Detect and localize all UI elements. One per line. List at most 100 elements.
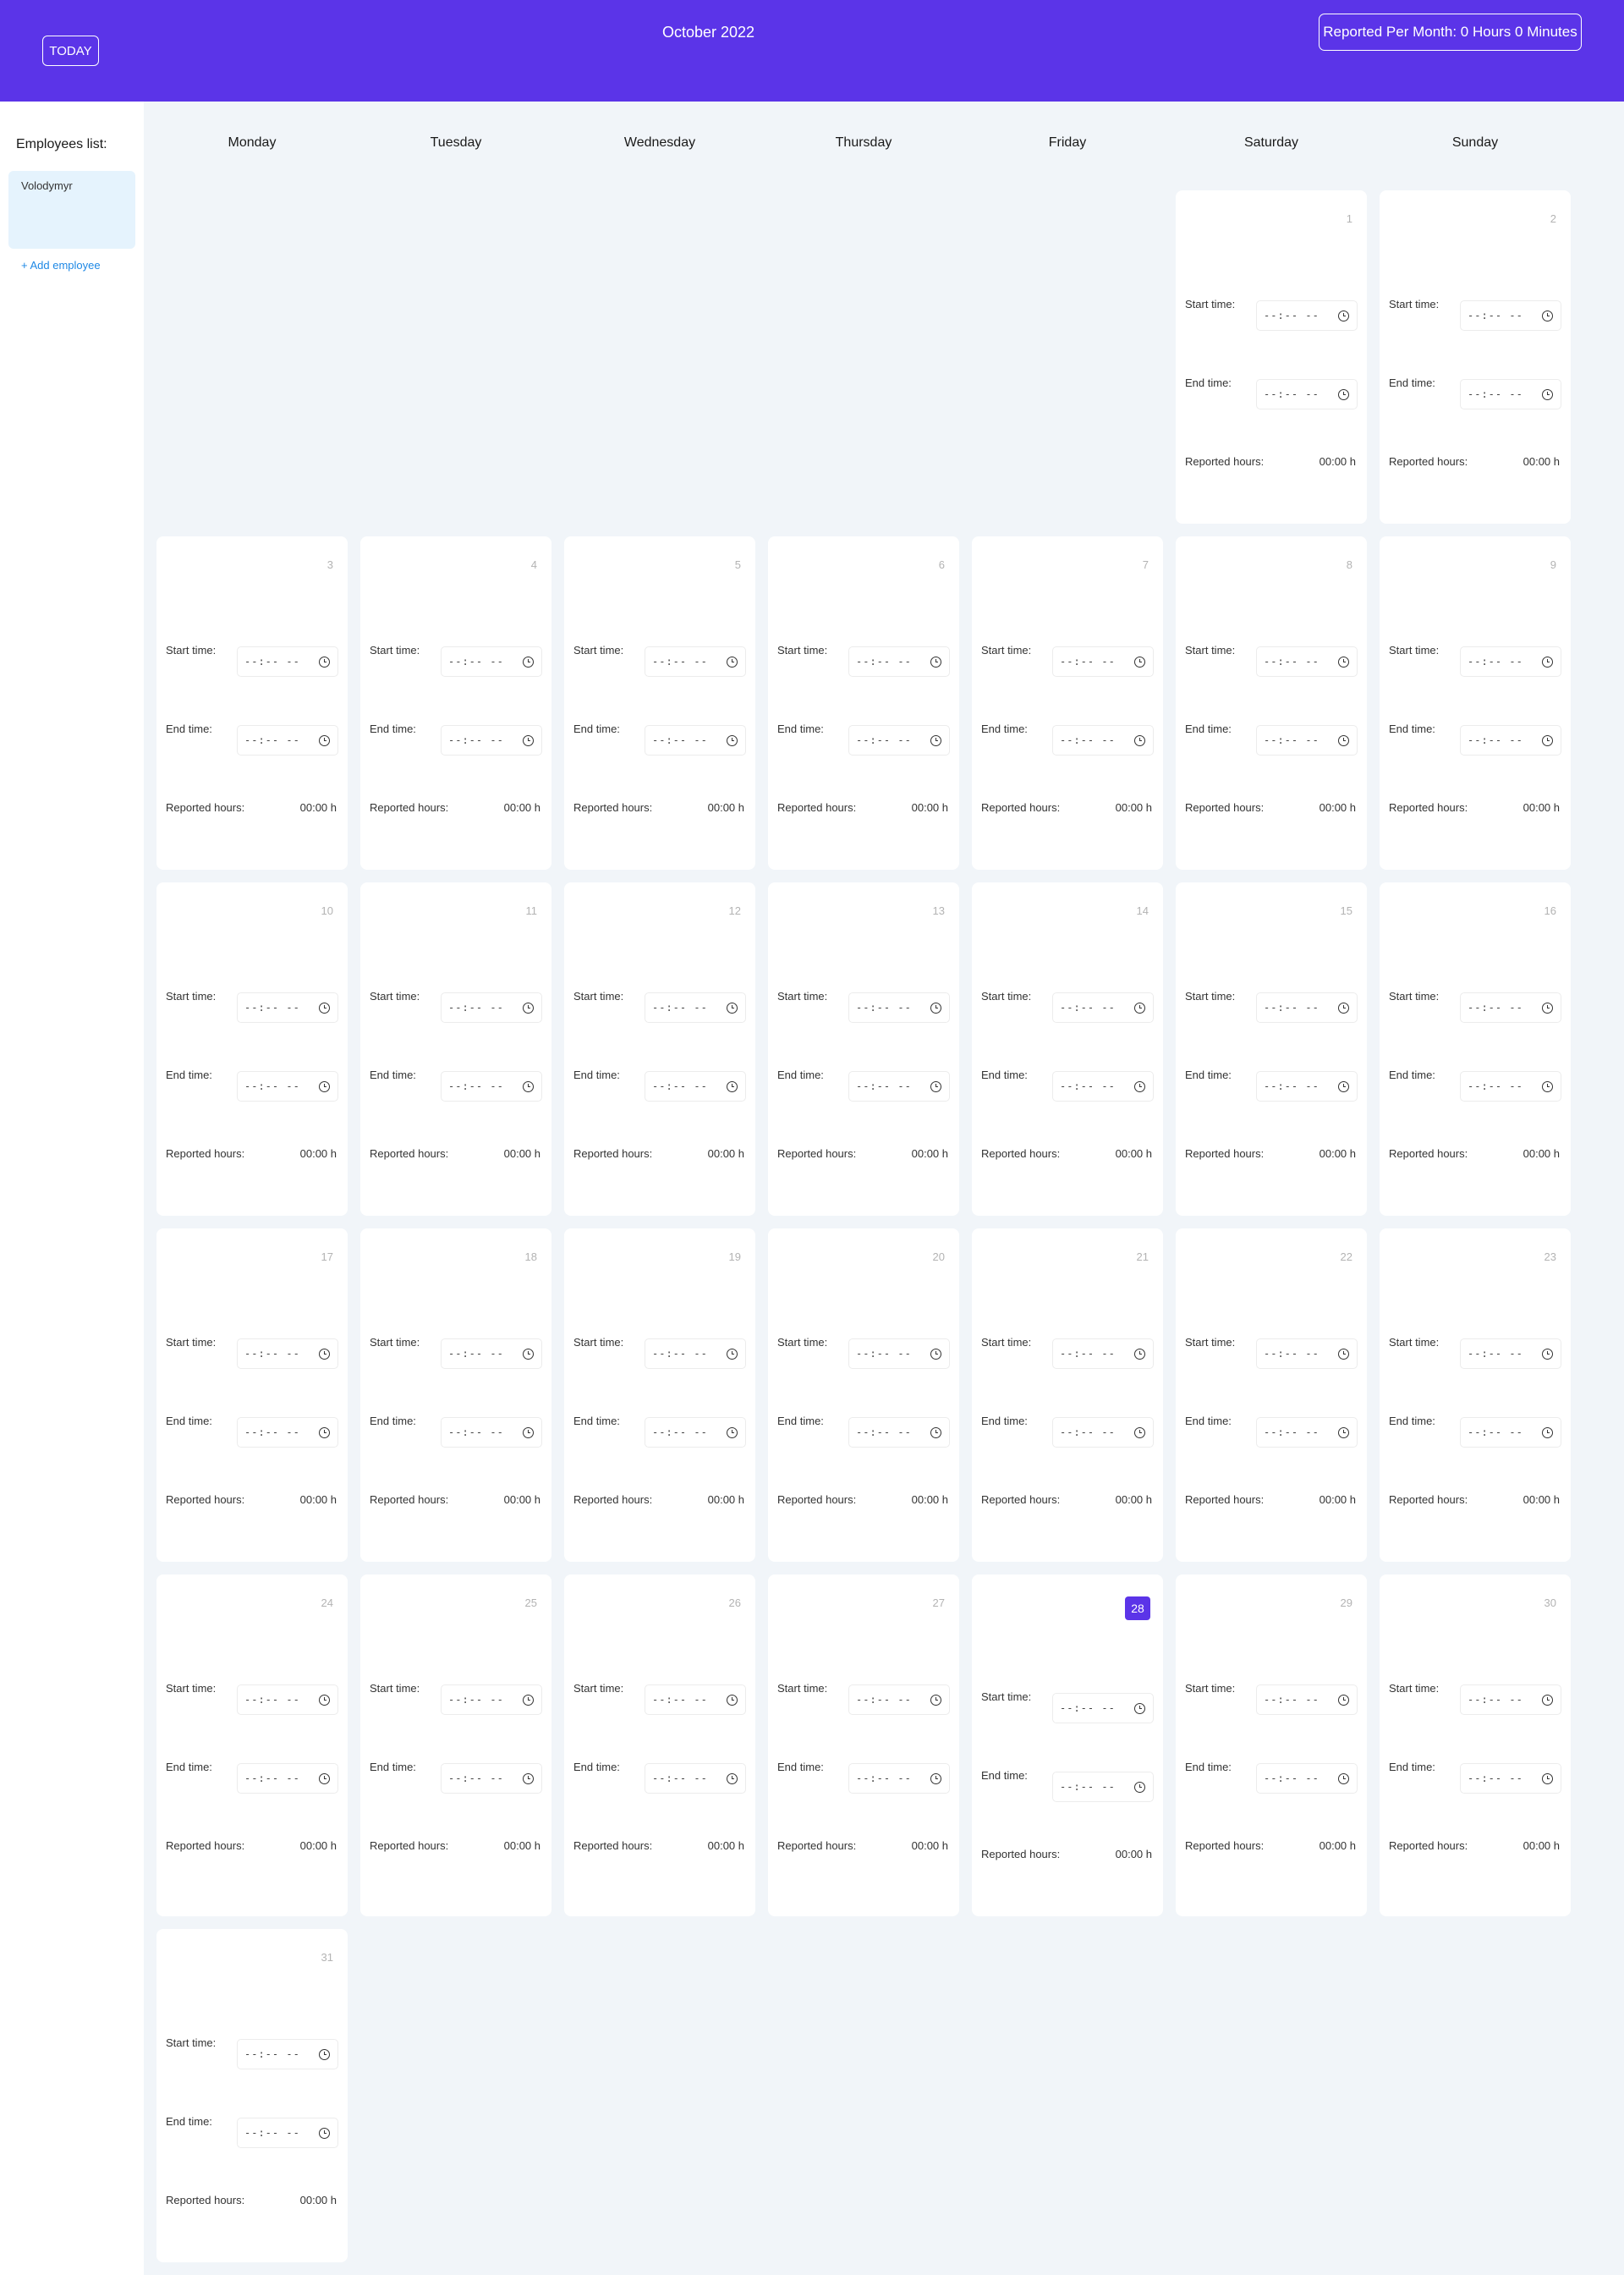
start-time-input[interactable]: --:-- -- (1460, 1338, 1561, 1369)
clock-icon[interactable] (523, 1003, 534, 1014)
start-time-input[interactable]: --:-- -- (441, 992, 542, 1023)
start-time-input[interactable]: --:-- -- (645, 992, 746, 1023)
end-time-input[interactable]: --:-- -- (645, 1763, 746, 1794)
clock-icon[interactable] (1134, 1003, 1145, 1014)
clock-icon[interactable] (1542, 389, 1553, 400)
end-time-input[interactable]: --:-- -- (237, 1417, 338, 1448)
end-time-input[interactable]: --:-- -- (1052, 1772, 1154, 1802)
clock-icon[interactable] (319, 1003, 330, 1014)
start-time-input[interactable]: --:-- -- (1460, 992, 1561, 1023)
start-time-input[interactable]: --:-- -- (1052, 646, 1154, 677)
start-time-input[interactable]: --:-- -- (848, 1684, 950, 1715)
start-time-input[interactable]: --:-- -- (237, 2039, 338, 2069)
start-time-input[interactable]: --:-- -- (441, 1338, 542, 1369)
start-time-input[interactable]: --:-- -- (1052, 1338, 1154, 1369)
clock-icon[interactable] (523, 1695, 534, 1706)
clock-icon[interactable] (1338, 389, 1349, 400)
end-time-input[interactable]: --:-- -- (441, 1417, 542, 1448)
end-time-input[interactable]: --:-- -- (1256, 1417, 1358, 1448)
end-time-input[interactable]: --:-- -- (848, 1071, 950, 1102)
clock-icon[interactable] (319, 735, 330, 746)
start-time-input[interactable]: --:-- -- (1256, 992, 1358, 1023)
clock-icon[interactable] (523, 1427, 534, 1438)
clock-icon[interactable] (1134, 1349, 1145, 1360)
clock-icon[interactable] (1542, 735, 1553, 746)
start-time-input[interactable]: --:-- -- (848, 992, 950, 1023)
clock-icon[interactable] (727, 1081, 738, 1092)
start-time-input[interactable]: --:-- -- (441, 646, 542, 677)
end-time-input[interactable]: --:-- -- (1460, 1763, 1561, 1794)
clock-icon[interactable] (523, 1773, 534, 1784)
end-time-input[interactable]: --:-- -- (441, 725, 542, 756)
clock-icon[interactable] (727, 1349, 738, 1360)
end-time-input[interactable]: --:-- -- (1256, 725, 1358, 756)
start-time-input[interactable]: --:-- -- (1256, 1338, 1358, 1369)
clock-icon[interactable] (1542, 1081, 1553, 1092)
clock-icon[interactable] (930, 1427, 941, 1438)
end-time-input[interactable]: --:-- -- (1256, 1763, 1358, 1794)
clock-icon[interactable] (1134, 735, 1145, 746)
start-time-input[interactable]: --:-- -- (645, 1338, 746, 1369)
start-time-input[interactable]: --:-- -- (1052, 992, 1154, 1023)
start-time-input[interactable]: --:-- -- (645, 1684, 746, 1715)
clock-icon[interactable] (1542, 657, 1553, 668)
clock-icon[interactable] (1338, 1427, 1349, 1438)
end-time-input[interactable]: --:-- -- (237, 1763, 338, 1794)
start-time-input[interactable]: --:-- -- (1460, 646, 1561, 677)
clock-icon[interactable] (319, 1427, 330, 1438)
start-time-input[interactable]: --:-- -- (237, 1684, 338, 1715)
end-time-input[interactable]: --:-- -- (1052, 1417, 1154, 1448)
end-time-input[interactable]: --:-- -- (1052, 725, 1154, 756)
start-time-input[interactable]: --:-- -- (1460, 300, 1561, 331)
clock-icon[interactable] (1338, 1003, 1349, 1014)
start-time-input[interactable]: --:-- -- (1256, 1684, 1358, 1715)
clock-icon[interactable] (1134, 1703, 1145, 1714)
clock-icon[interactable] (1542, 1003, 1553, 1014)
clock-icon[interactable] (1338, 657, 1349, 668)
end-time-input[interactable]: --:-- -- (848, 1763, 950, 1794)
end-time-input[interactable]: --:-- -- (1460, 1417, 1561, 1448)
clock-icon[interactable] (523, 1349, 534, 1360)
start-time-input[interactable]: --:-- -- (237, 1338, 338, 1369)
end-time-input[interactable]: --:-- -- (237, 2118, 338, 2148)
clock-icon[interactable] (319, 2049, 330, 2060)
start-time-input[interactable]: --:-- -- (1460, 1684, 1561, 1715)
clock-icon[interactable] (1542, 310, 1553, 321)
clock-icon[interactable] (1338, 1349, 1349, 1360)
clock-icon[interactable] (727, 735, 738, 746)
clock-icon[interactable] (930, 1081, 941, 1092)
start-time-input[interactable]: --:-- -- (1052, 1693, 1154, 1723)
start-time-input[interactable]: --:-- -- (441, 1684, 542, 1715)
end-time-input[interactable]: --:-- -- (848, 725, 950, 756)
clock-icon[interactable] (1542, 1773, 1553, 1784)
end-time-input[interactable]: --:-- -- (645, 1071, 746, 1102)
clock-icon[interactable] (319, 1081, 330, 1092)
clock-icon[interactable] (930, 1695, 941, 1706)
start-time-input[interactable]: --:-- -- (237, 646, 338, 677)
clock-icon[interactable] (727, 1003, 738, 1014)
end-time-input[interactable]: --:-- -- (1256, 379, 1358, 409)
start-time-input[interactable]: --:-- -- (1256, 646, 1358, 677)
clock-icon[interactable] (1542, 1427, 1553, 1438)
clock-icon[interactable] (727, 1695, 738, 1706)
end-time-input[interactable]: --:-- -- (1052, 1071, 1154, 1102)
start-time-input[interactable]: --:-- -- (1256, 300, 1358, 331)
clock-icon[interactable] (1338, 310, 1349, 321)
clock-icon[interactable] (1134, 657, 1145, 668)
clock-icon[interactable] (930, 1003, 941, 1014)
end-time-input[interactable]: --:-- -- (237, 1071, 338, 1102)
clock-icon[interactable] (319, 1695, 330, 1706)
end-time-input[interactable]: --:-- -- (441, 1071, 542, 1102)
start-time-input[interactable]: --:-- -- (848, 646, 950, 677)
add-employee-link[interactable]: + Add employee (21, 259, 101, 272)
clock-icon[interactable] (1542, 1695, 1553, 1706)
clock-icon[interactable] (727, 1427, 738, 1438)
clock-icon[interactable] (1338, 1081, 1349, 1092)
end-time-input[interactable]: --:-- -- (1460, 1071, 1561, 1102)
end-time-input[interactable]: --:-- -- (1256, 1071, 1358, 1102)
clock-icon[interactable] (1338, 1695, 1349, 1706)
clock-icon[interactable] (319, 657, 330, 668)
clock-icon[interactable] (1542, 1349, 1553, 1360)
clock-icon[interactable] (930, 657, 941, 668)
end-time-input[interactable]: --:-- -- (848, 1417, 950, 1448)
